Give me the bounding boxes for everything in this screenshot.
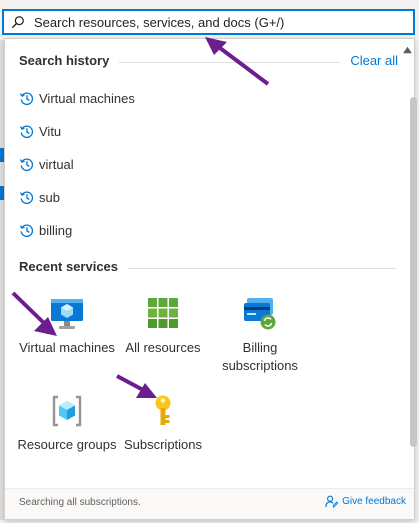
give-feedback-link[interactable]: Give feedback bbox=[325, 495, 406, 508]
history-icon bbox=[19, 124, 34, 138]
service-label: Resource groups bbox=[17, 437, 117, 452]
clear-all-link[interactable]: Clear all bbox=[342, 53, 398, 68]
history-item-label: Virtual machines bbox=[39, 90, 135, 106]
history-item[interactable]: virtual bbox=[19, 153, 74, 175]
history-item[interactable]: sub bbox=[19, 186, 60, 208]
service-resource-groups[interactable]: Resource groups bbox=[17, 394, 117, 474]
history-item-label: virtual bbox=[39, 156, 74, 172]
search-icon bbox=[11, 16, 24, 29]
recent-services-heading: Recent services bbox=[19, 259, 129, 274]
key-icon bbox=[155, 395, 171, 425]
history-item-label: Vitu bbox=[39, 123, 62, 139]
grid-icon bbox=[148, 298, 178, 328]
search-footer: Searching all subscriptions. Give feedba… bbox=[5, 488, 414, 519]
service-all-resources[interactable]: All resources bbox=[113, 297, 213, 359]
search-scope-status: Searching all subscriptions. bbox=[19, 497, 141, 508]
recent-services-header: Recent services bbox=[19, 259, 404, 277]
service-subscriptions[interactable]: Subscriptions bbox=[113, 394, 213, 456]
service-billing-subscriptions[interactable]: Billing subscriptions bbox=[210, 297, 310, 377]
service-virtual-machines[interactable]: Virtual machines bbox=[17, 297, 117, 377]
billing-card-icon bbox=[244, 298, 276, 330]
service-label: Virtual machines bbox=[19, 340, 115, 355]
scrollbar-thumb[interactable] bbox=[410, 97, 417, 447]
feedback-person-icon bbox=[325, 495, 339, 508]
service-label: Billing subscriptions bbox=[222, 340, 298, 373]
history-icon bbox=[19, 223, 34, 237]
history-item[interactable]: Virtual machines bbox=[19, 87, 135, 109]
virtual-machine-icon bbox=[51, 299, 83, 329]
search-dropdown-panel: Search history Clear all Virtual machine… bbox=[4, 38, 417, 520]
history-icon bbox=[19, 91, 34, 105]
search-history-heading: Search history bbox=[19, 53, 120, 68]
history-item[interactable]: Vitu bbox=[19, 120, 61, 142]
history-item-label: billing bbox=[39, 222, 73, 238]
search-history-header: Search history Clear all bbox=[19, 53, 404, 71]
search-input[interactable]: Search resources, services, and docs (G+… bbox=[34, 15, 284, 30]
history-item-label: sub bbox=[39, 189, 60, 205]
service-label: Subscriptions bbox=[123, 437, 203, 452]
history-icon bbox=[19, 190, 34, 204]
history-icon bbox=[19, 157, 34, 171]
global-search-box[interactable]: Search resources, services, and docs (G+… bbox=[2, 9, 415, 35]
history-item[interactable]: billing bbox=[19, 219, 72, 241]
resource-group-icon bbox=[52, 395, 82, 427]
service-label: All resources bbox=[125, 340, 201, 355]
give-feedback-label: Give feedback bbox=[342, 496, 406, 507]
